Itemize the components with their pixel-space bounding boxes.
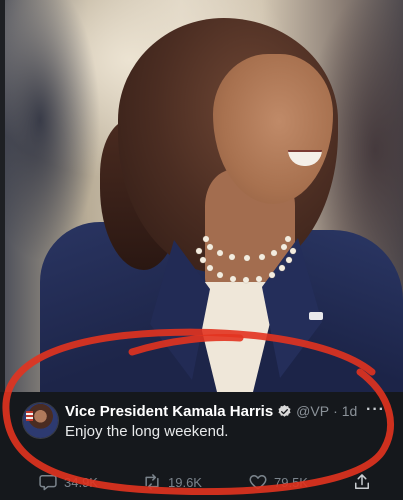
- pearl: [217, 271, 224, 278]
- pearl: [229, 275, 236, 282]
- photo-edge: [0, 0, 5, 392]
- like-count: 79.5K: [274, 474, 308, 490]
- action-bar: 34.9K 19.6K 79.5K: [0, 472, 403, 494]
- flag-icon: [26, 411, 33, 421]
- pearl: [258, 253, 265, 260]
- reply-button[interactable]: 34.9K: [38, 472, 98, 492]
- tweet-text: Enjoy the long weekend.: [65, 423, 229, 440]
- reply-count: 34.9K: [64, 474, 98, 490]
- retweet-count: 19.6K: [168, 474, 202, 490]
- display-name[interactable]: Vice President Kamala Harris: [65, 403, 273, 420]
- pearl: [195, 248, 202, 255]
- pearl: [268, 271, 275, 278]
- share-button[interactable]: [352, 472, 378, 492]
- reply-icon: [39, 475, 57, 491]
- handle[interactable]: @VP: [296, 403, 329, 419]
- pearl: [271, 249, 278, 256]
- timestamp[interactable]: 1d: [342, 403, 358, 419]
- share-icon: [355, 474, 369, 489]
- tweet-header: Vice President Kamala Harris @VP · 1d: [65, 401, 357, 421]
- pearl: [244, 255, 250, 261]
- avatar[interactable]: [23, 403, 58, 438]
- more-options-icon[interactable]: ···: [366, 401, 385, 419]
- separator: ·: [333, 403, 338, 419]
- tweet-photo[interactable]: [0, 0, 403, 392]
- pearl: [216, 249, 223, 256]
- like-button[interactable]: 79.5K: [248, 472, 308, 492]
- pearl: [202, 236, 209, 243]
- pearl: [243, 277, 249, 283]
- verified-badge-icon: [278, 404, 291, 417]
- heart-icon: [249, 475, 267, 490]
- retweet-button[interactable]: 19.6K: [142, 472, 202, 492]
- lapel-pin: [309, 312, 323, 320]
- pearl: [280, 243, 287, 250]
- retweet-icon: [145, 474, 159, 490]
